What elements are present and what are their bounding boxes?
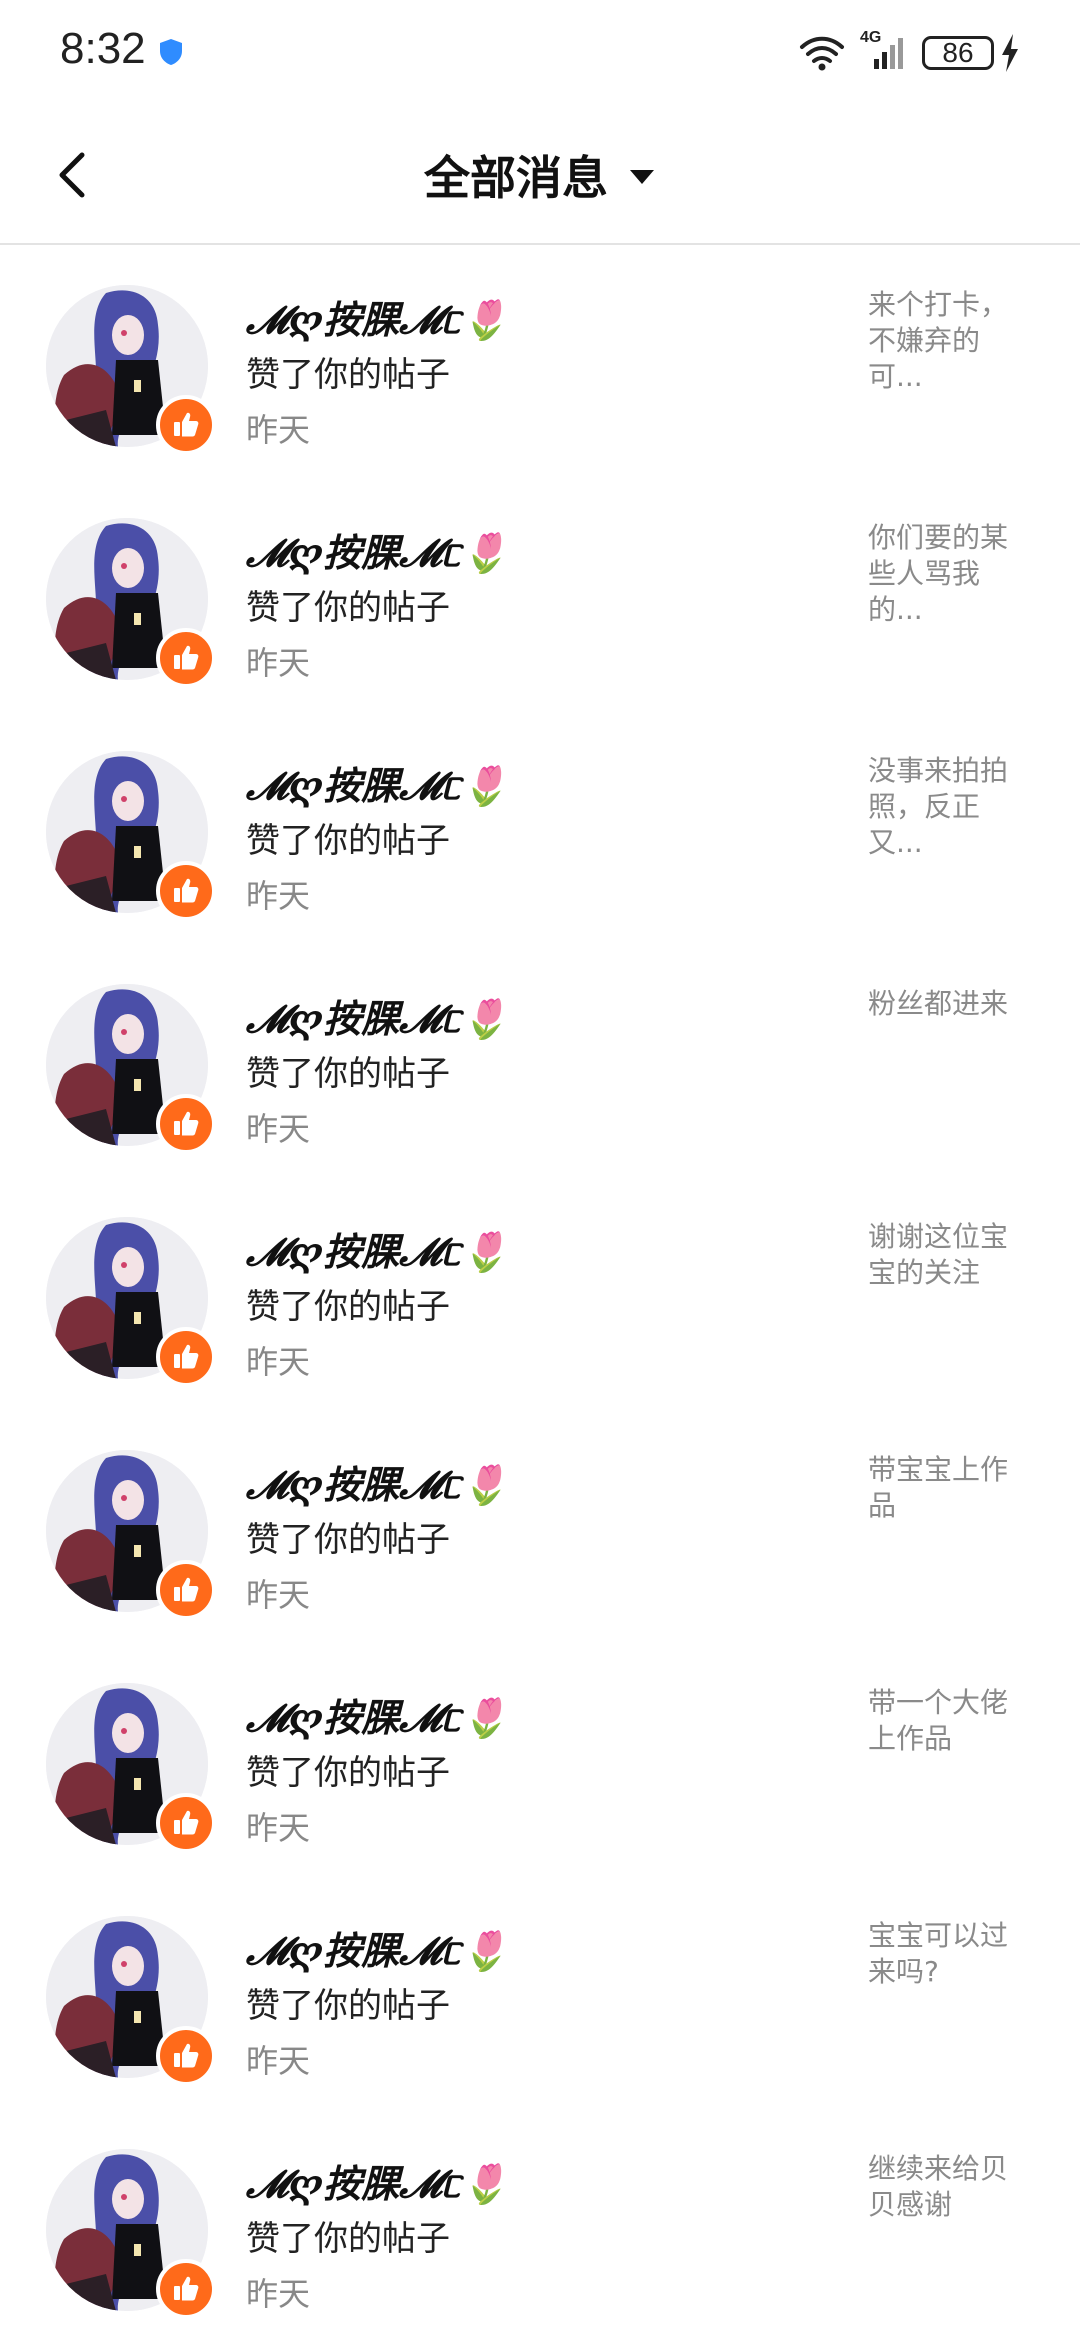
like-badge: [156, 2026, 216, 2086]
notification-action: 赞了你的帖子: [246, 1287, 450, 1327]
status-icons: 4G 86: [798, 28, 1020, 78]
like-badge: [156, 1793, 216, 1853]
notification-action: 赞了你的帖子: [246, 1753, 450, 1793]
notification-row[interactable]: 𝓜ღ按腂𝓜ᥴ🌷 赞了你的帖子 昨天 带宝宝上作品: [0, 1410, 1080, 1643]
post-preview[interactable]: 粉丝都进来: [868, 986, 1028, 1022]
notification-row[interactable]: 𝓜ღ按腂𝓜ᥴ🌷 赞了你的帖子 昨天 粉丝都进来: [0, 944, 1080, 1177]
user-name[interactable]: 𝓜ღ按腂𝓜ᥴ🌷: [246, 2153, 508, 2208]
notification-list: 𝓜ღ按腂𝓜ᥴ🌷 赞了你的帖子 昨天 来个打卡，不嫌弃的可... 𝓜ღ按腂𝓜ᥴ🌷 …: [0, 245, 1080, 2342]
notification-action: 赞了你的帖子: [246, 588, 450, 628]
notification-time: 昨天: [246, 644, 311, 682]
thumbs-up-icon: [174, 1111, 199, 1136]
shield-icon: [160, 39, 182, 65]
notification-row[interactable]: 𝓜ღ按腂𝓜ᥴ🌷 赞了你的帖子 昨天 继续来给贝贝感谢: [0, 2109, 1080, 2342]
notification-action: 赞了你的帖子: [246, 355, 450, 395]
status-bar: 8:32 4G 86: [0, 0, 1080, 105]
post-preview[interactable]: 谢谢这位宝宝的关注: [868, 1219, 1028, 1291]
notification-time: 昨天: [246, 1576, 311, 1614]
caret-down-icon[interactable]: [628, 168, 656, 186]
status-time: 8:32: [60, 24, 146, 73]
post-preview[interactable]: 没事来拍拍照，反正又...: [868, 753, 1028, 861]
notification-row[interactable]: 𝓜ღ按腂𝓜ᥴ🌷 赞了你的帖子 昨天 带一个大佬上作品: [0, 1643, 1080, 1876]
notification-time: 昨天: [246, 2275, 311, 2313]
signal-icon: [874, 38, 903, 69]
thumbs-up-icon: [174, 1577, 199, 1602]
user-name[interactable]: 𝓜ღ按腂𝓜ᥴ🌷: [246, 988, 508, 1043]
user-name[interactable]: 𝓜ღ按腂𝓜ᥴ🌷: [246, 289, 508, 344]
header: 全部消息: [0, 105, 1080, 245]
post-preview[interactable]: 宝宝可以过来吗?: [868, 1918, 1028, 1990]
user-name[interactable]: 𝓜ღ按腂𝓜ᥴ🌷: [246, 755, 508, 810]
notification-time: 昨天: [246, 1110, 311, 1148]
notification-time: 昨天: [246, 1809, 311, 1847]
like-badge: [156, 628, 216, 688]
like-badge: [156, 1327, 216, 1387]
like-badge: [156, 1094, 216, 1154]
battery-indicator: 86: [922, 34, 1020, 72]
thumbs-up-icon: [174, 645, 199, 670]
post-preview[interactable]: 带宝宝上作品: [868, 1452, 1028, 1524]
thumbs-up-icon: [174, 2276, 199, 2301]
notification-action: 赞了你的帖子: [246, 2219, 450, 2259]
thumbs-up-icon: [174, 878, 199, 903]
like-badge: [156, 1560, 216, 1620]
user-name[interactable]: 𝓜ღ按腂𝓜ᥴ🌷: [246, 1221, 508, 1276]
notification-time: 昨天: [246, 411, 311, 449]
signal-indicator: 4G: [860, 29, 908, 73]
page-title[interactable]: 全部消息: [424, 142, 608, 208]
battery-level: 86: [942, 37, 974, 68]
notification-row[interactable]: 𝓜ღ按腂𝓜ᥴ🌷 赞了你的帖子 昨天 来个打卡，不嫌弃的可...: [0, 245, 1080, 478]
wifi-icon: [800, 36, 844, 71]
notification-row[interactable]: 𝓜ღ按腂𝓜ᥴ🌷 赞了你的帖子 昨天 没事来拍拍照，反正又...: [0, 711, 1080, 944]
notification-time: 昨天: [246, 2042, 311, 2080]
notification-time: 昨天: [246, 1343, 311, 1381]
post-preview[interactable]: 带一个大佬上作品: [868, 1685, 1028, 1757]
thumbs-up-icon: [174, 412, 199, 437]
notification-action: 赞了你的帖子: [246, 1054, 450, 1094]
notification-time: 昨天: [246, 877, 311, 915]
thumbs-up-icon: [174, 1810, 199, 1835]
like-badge: [156, 395, 216, 455]
charging-bolt-icon: [1002, 34, 1018, 72]
post-preview[interactable]: 继续来给贝贝感谢: [868, 2151, 1028, 2223]
user-name[interactable]: 𝓜ღ按腂𝓜ᥴ🌷: [246, 522, 508, 577]
user-name[interactable]: 𝓜ღ按腂𝓜ᥴ🌷: [246, 1687, 508, 1742]
like-badge: [156, 2259, 216, 2319]
user-name[interactable]: 𝓜ღ按腂𝓜ᥴ🌷: [246, 1920, 508, 1975]
user-name[interactable]: 𝓜ღ按腂𝓜ᥴ🌷: [246, 1454, 508, 1509]
like-badge: [156, 861, 216, 921]
post-preview[interactable]: 你们要的某些人骂我的...: [868, 520, 1028, 628]
notification-action: 赞了你的帖子: [246, 1520, 450, 1560]
notification-row[interactable]: 𝓜ღ按腂𝓜ᥴ🌷 赞了你的帖子 昨天 宝宝可以过来吗?: [0, 1876, 1080, 2109]
thumbs-up-icon: [174, 2043, 199, 2068]
notification-row[interactable]: 𝓜ღ按腂𝓜ᥴ🌷 赞了你的帖子 昨天 你们要的某些人骂我的...: [0, 478, 1080, 711]
post-preview[interactable]: 来个打卡，不嫌弃的可...: [868, 287, 1028, 395]
thumbs-up-icon: [174, 1344, 199, 1369]
notification-row[interactable]: 𝓜ღ按腂𝓜ᥴ🌷 赞了你的帖子 昨天 谢谢这位宝宝的关注: [0, 1177, 1080, 1410]
battery-icon: 86: [922, 36, 994, 70]
notification-action: 赞了你的帖子: [246, 1986, 450, 2026]
message-filter-dropdown[interactable]: 全部消息: [0, 105, 1080, 245]
notification-action: 赞了你的帖子: [246, 821, 450, 861]
